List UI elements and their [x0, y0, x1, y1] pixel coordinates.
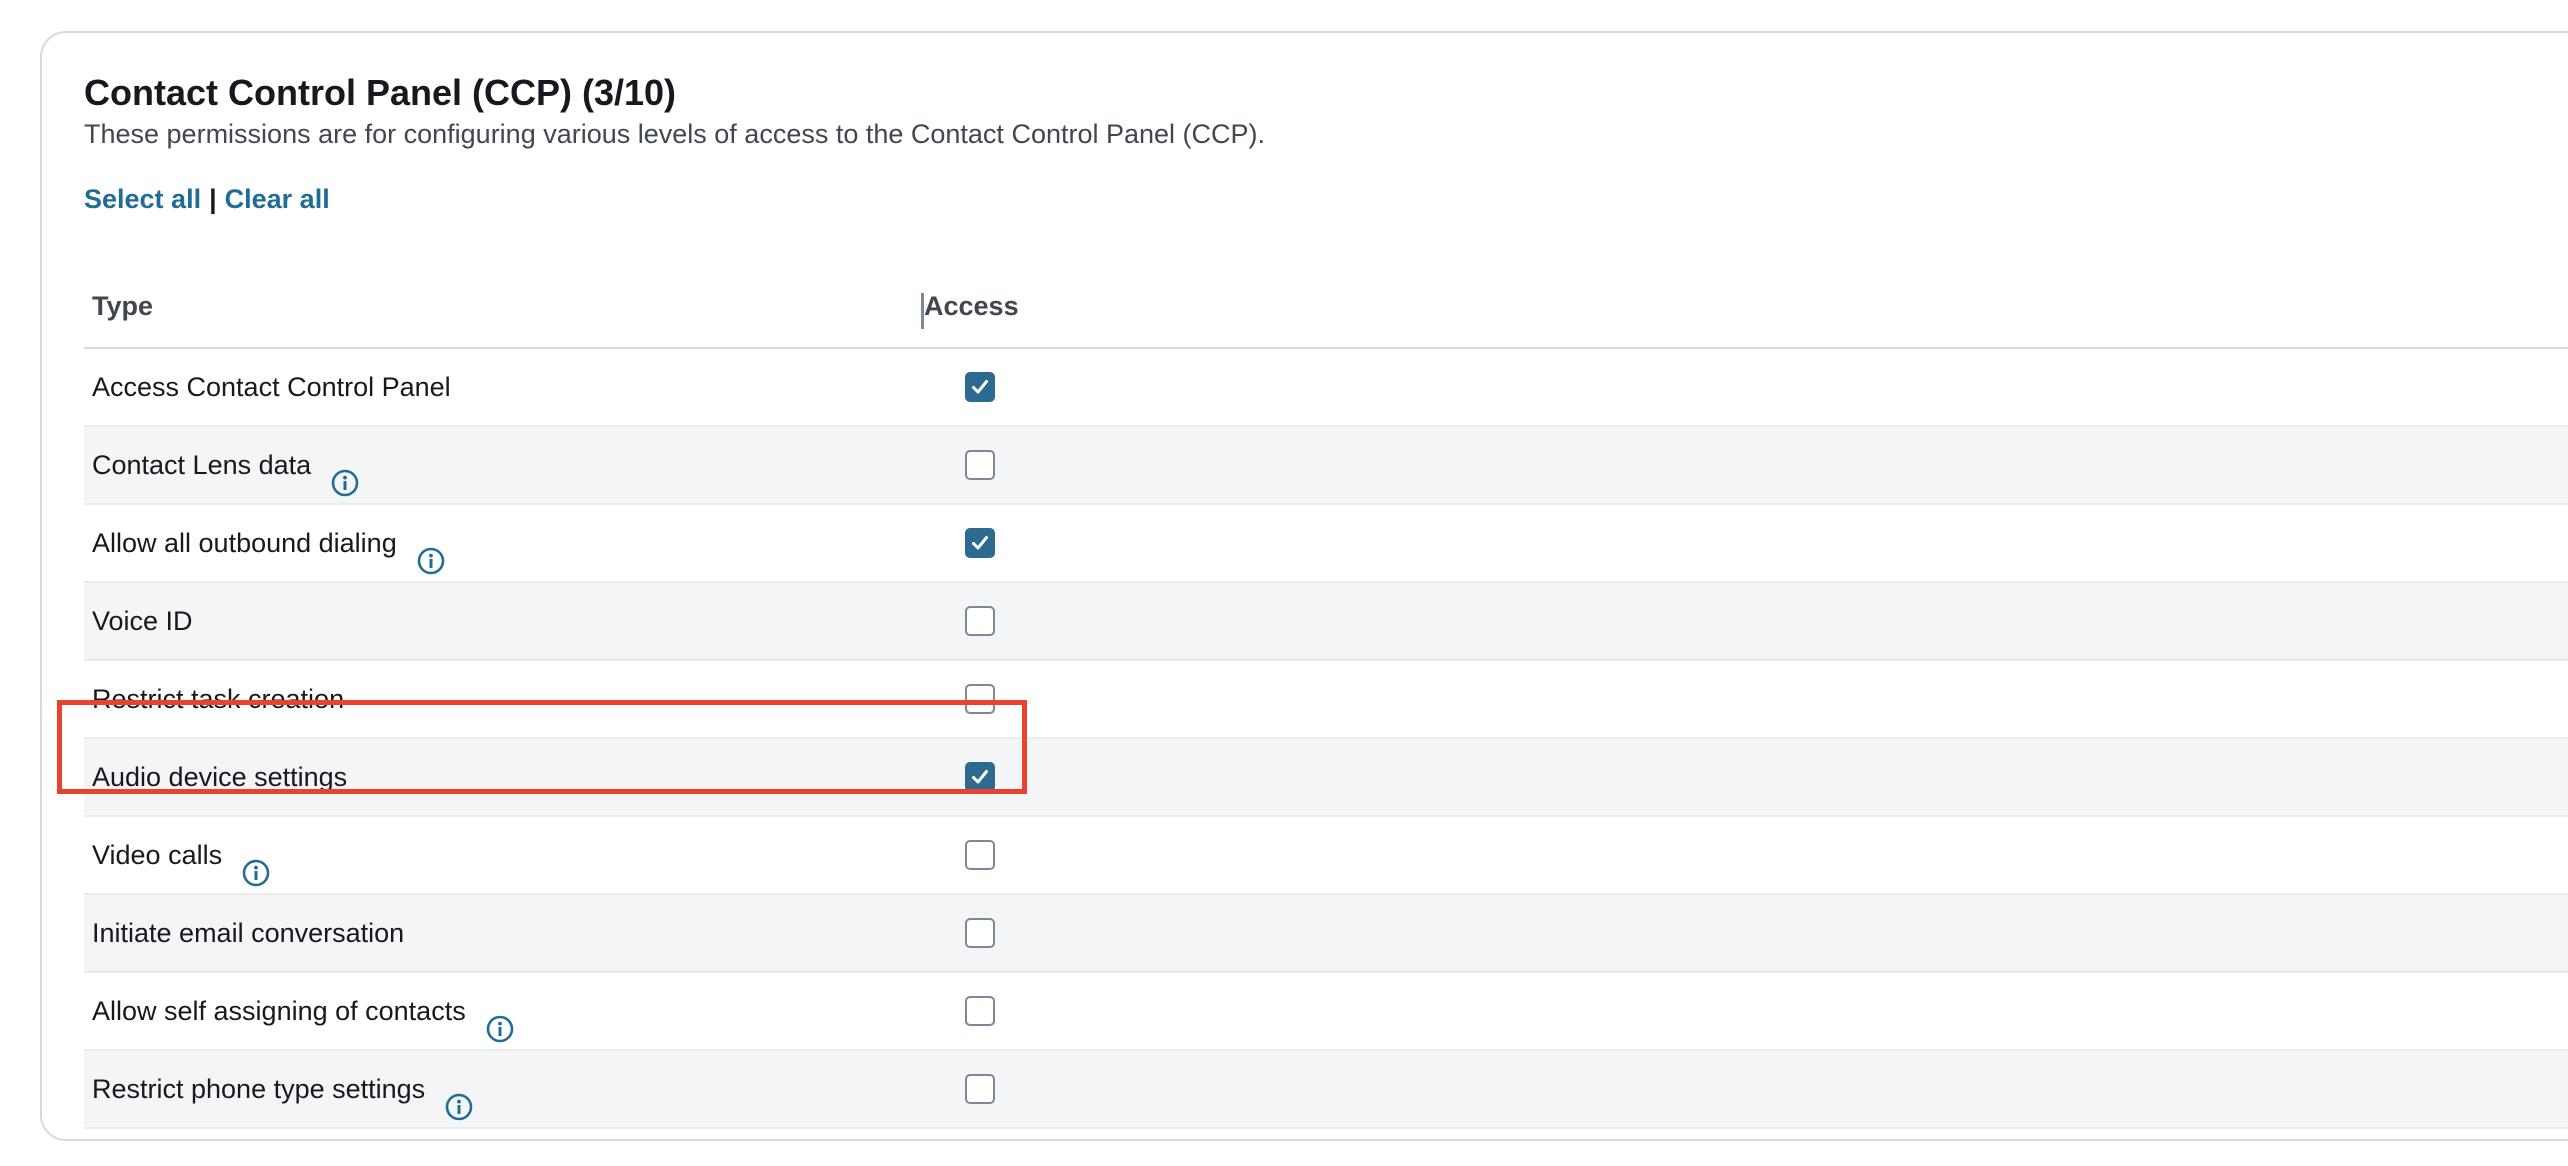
permissions-table: Type Access Access Contact Control Panel… — [84, 265, 2568, 1129]
table-row: Restrict task creation — [84, 661, 2568, 739]
info-icon[interactable] — [486, 996, 514, 1043]
table-header: Type Access — [84, 265, 2568, 349]
info-icon[interactable] — [445, 1074, 473, 1121]
access-checkbox[interactable] — [965, 840, 995, 870]
permission-label: Allow self assigning of contacts — [92, 973, 514, 1049]
column-header-type: Type — [92, 291, 154, 321]
access-checkbox[interactable] — [965, 606, 995, 636]
column-header-access: Access — [924, 291, 1019, 321]
access-checkbox[interactable] — [965, 372, 995, 402]
table-row: Initiate email conversation — [84, 895, 2568, 973]
permission-label: Restrict phone type settings — [92, 1051, 473, 1127]
ccp-permissions-panel: Contact Control Panel (CCP) (3/10) These… — [40, 31, 2568, 1141]
access-checkbox[interactable] — [965, 996, 995, 1026]
access-checkbox[interactable] — [965, 528, 995, 558]
permission-label: Initiate email conversation — [92, 895, 404, 971]
section-title: Contact Control Panel (CCP) (3/10) — [84, 72, 677, 113]
permission-label-text: Allow self assigning of contacts — [92, 996, 466, 1026]
permission-label-text: Contact Lens data — [92, 450, 312, 480]
access-checkbox[interactable] — [965, 1074, 995, 1104]
table-row: Audio device settings — [84, 739, 2568, 817]
info-icon[interactable] — [242, 840, 270, 887]
permission-label: Contact Lens data — [92, 427, 359, 503]
permission-label-text: Video calls — [92, 840, 223, 870]
permission-label: Access Contact Control Panel — [92, 349, 451, 425]
permission-label: Restrict task creation — [92, 661, 344, 737]
info-icon[interactable] — [331, 450, 359, 497]
table-row: Allow self assigning of contacts — [84, 973, 2568, 1051]
table-row: Allow all outbound dialing — [84, 505, 2568, 583]
permission-label: Video calls — [92, 817, 270, 893]
section-description: These permissions are for configuring va… — [84, 119, 1266, 149]
permission-label: Voice ID — [92, 583, 193, 659]
permission-label-text: Audio device settings — [92, 762, 348, 792]
table-body: Access Contact Control Panel Contact Lens… — [84, 349, 2568, 1129]
permission-label-text: Initiate email conversation — [92, 918, 405, 948]
permission-label-text: Allow all outbound dialing — [92, 528, 397, 558]
link-separator: | — [209, 184, 217, 214]
info-icon[interactable] — [417, 528, 445, 575]
access-checkbox[interactable] — [965, 450, 995, 480]
clear-all-link[interactable]: Clear all — [225, 184, 330, 214]
access-checkbox[interactable] — [965, 684, 995, 714]
permission-label-text: Access Contact Control Panel — [92, 372, 451, 402]
permission-label-text: Restrict task creation — [92, 684, 345, 714]
table-row: Video calls — [84, 817, 2568, 895]
table-row: Voice ID — [84, 583, 2568, 661]
bulk-actions: Select all | Clear all — [84, 183, 330, 215]
permission-label: Allow all outbound dialing — [92, 505, 445, 581]
table-row: Contact Lens data — [84, 427, 2568, 505]
access-checkbox[interactable] — [965, 918, 995, 948]
table-row: Restrict phone type settings — [84, 1051, 2568, 1129]
select-all-link[interactable]: Select all — [84, 184, 201, 214]
table-row: Access Contact Control Panel — [84, 349, 2568, 427]
permission-label-text: Voice ID — [92, 606, 193, 636]
permission-label: Audio device settings — [92, 739, 347, 815]
access-checkbox[interactable] — [965, 762, 995, 792]
permission-label-text: Restrict phone type settings — [92, 1074, 426, 1104]
